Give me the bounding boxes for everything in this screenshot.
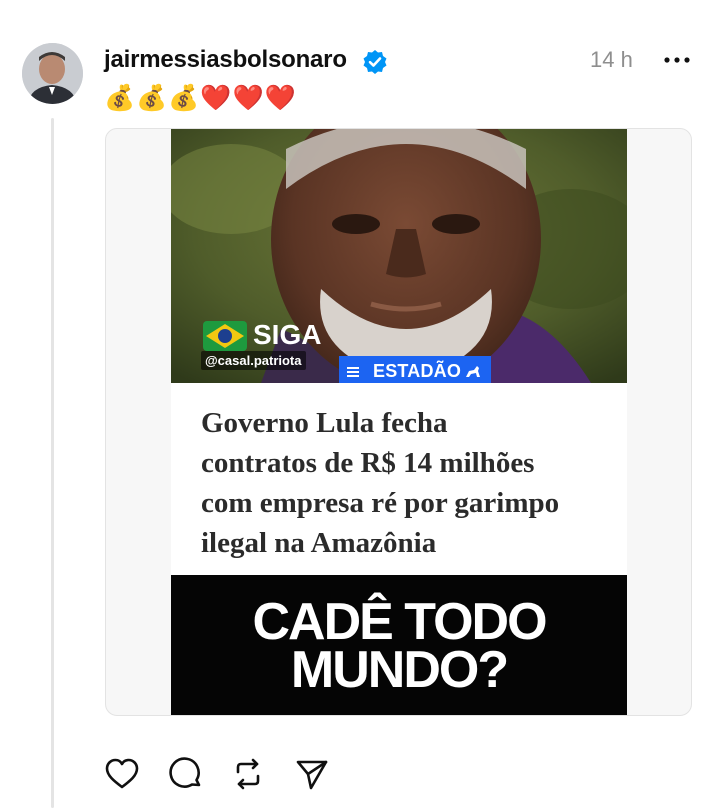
thread-line <box>51 118 54 808</box>
post-caption: 💰💰💰❤️❤️❤️ <box>104 83 297 112</box>
post-image[interactable]: SIGA @casal.patriota ESTADÃO Governo Lul… <box>171 129 627 715</box>
news-headline: Governo Lula fecha contratos de R$ 14 mi… <box>201 407 560 559</box>
heart-icon[interactable] <box>104 756 140 792</box>
source-label: ESTADÃO <box>373 361 462 381</box>
post-timestamp: 14 h <box>590 47 633 72</box>
username[interactable]: jairmessiasbolsonaro <box>104 46 347 74</box>
watermark-handle: @casal.patriota <box>201 351 306 370</box>
watermark-title: SIGA <box>253 319 322 350</box>
profile-photo <box>22 43 83 104</box>
repost-icon[interactable] <box>230 756 266 792</box>
send-icon[interactable] <box>294 756 330 792</box>
headline-box: Governo Lula fecha contratos de R$ 14 mi… <box>171 383 627 575</box>
action-bar <box>104 756 344 792</box>
more-options-icon[interactable] <box>662 50 692 70</box>
media-card[interactable]: SIGA @casal.patriota ESTADÃO Governo Lul… <box>105 128 692 716</box>
brazil-flag-icon <box>203 321 247 351</box>
overlay-box: CADÊ TODO MUNDO? <box>171 575 627 715</box>
comment-icon[interactable] <box>168 756 204 792</box>
watermark: SIGA @casal.patriota <box>201 319 321 375</box>
menu-icon <box>347 366 361 377</box>
overlay-text: CADÊ TODO MUNDO? <box>252 593 547 699</box>
avatar[interactable] <box>22 43 83 104</box>
verified-badge-icon <box>363 50 387 74</box>
horse-logo-icon <box>466 365 481 377</box>
